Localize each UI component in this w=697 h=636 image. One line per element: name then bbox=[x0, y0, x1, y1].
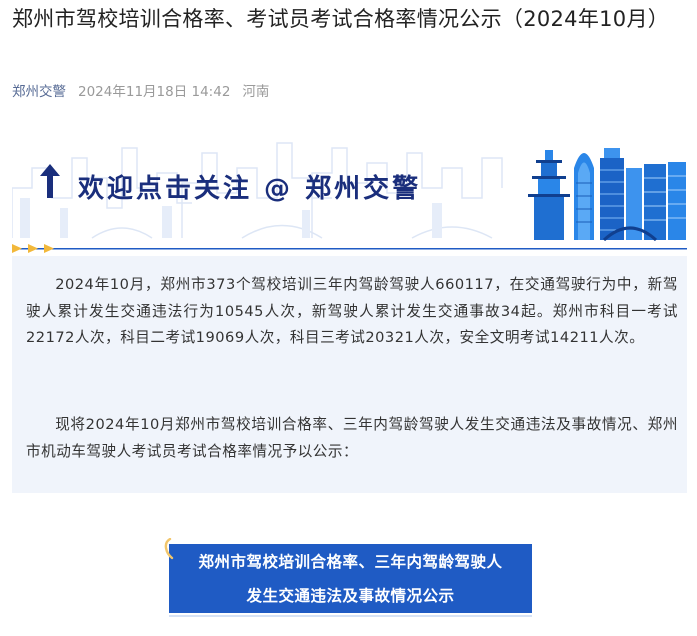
section-heading-line1: 郑州市驾校培训合格率、三年内驾龄驾驶人 bbox=[198, 553, 503, 571]
arrow-up-icon bbox=[40, 164, 60, 198]
article-meta: 郑州交警 2024年11月18日 14:42 河南 bbox=[12, 80, 269, 100]
article-content: 2024年10月，郑州市373个驾校培训三年内驾龄驾驶人660117，在交通驾驶… bbox=[12, 256, 687, 493]
paragraph-statistics: 2024年10月，郑州市373个驾校培训三年内驾龄驾驶人660117，在交通驾驶… bbox=[26, 276, 678, 346]
paragraph-announcement: 现将2024年10月郑州市驾校培训合格率、三年内驾龄驾驶人发生交通违法及事故情况… bbox=[26, 416, 678, 460]
publish-location: 河南 bbox=[242, 84, 270, 100]
article-title: 郑州市驾校培训合格率、考试员考试合格率情况公示（2024年10月） bbox=[12, 7, 670, 31]
account-name-link[interactable]: 郑州交警 bbox=[12, 80, 66, 100]
publish-time: 2024年11月18日 14:42 bbox=[78, 84, 231, 100]
follow-banner[interactable]: 欢迎点击关注 @ 郑州交警 bbox=[12, 128, 687, 260]
hook-decoration-icon bbox=[164, 538, 174, 560]
divider bbox=[169, 615, 532, 617]
section-heading-line2: 发生交通违法及事故情况公示 bbox=[246, 587, 455, 605]
follow-banner-text: 欢迎点击关注 @ 郑州交警 bbox=[78, 174, 422, 204]
section-heading: 郑州市驾校培训合格率、三年内驾龄驾驶人 发生交通违法及事故情况公示 bbox=[169, 544, 532, 613]
